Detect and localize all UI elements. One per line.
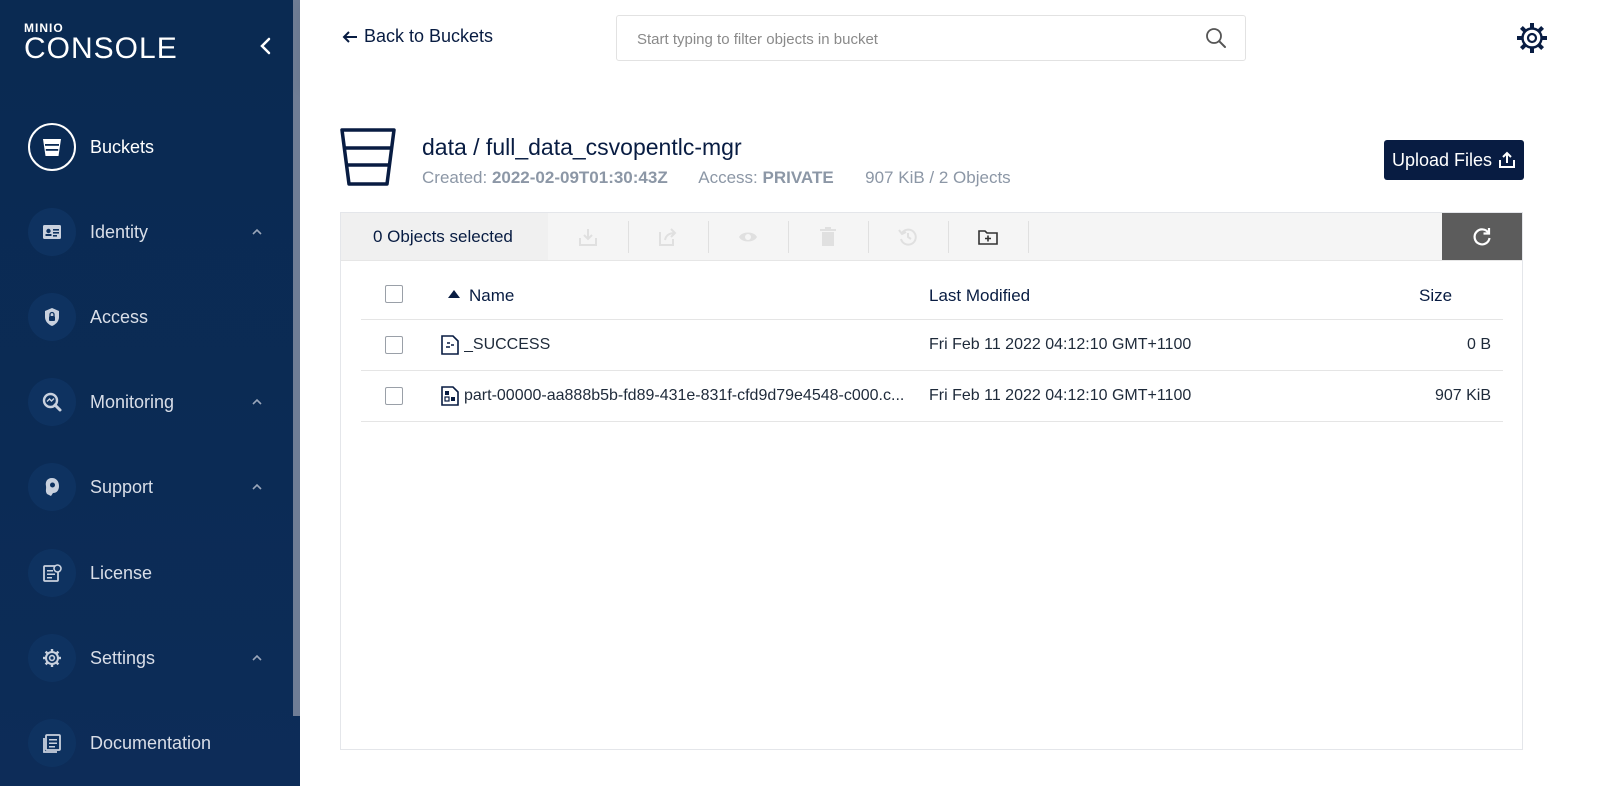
- download-button[interactable]: [548, 221, 629, 253]
- created-value: 2022-02-09T01:30:43Z: [491, 168, 668, 187]
- logo-big-text: CONSOLE: [24, 32, 178, 65]
- sidebar-item-label: Access: [90, 306, 149, 327]
- sidebar-item-monitoring[interactable]: Monitoring: [28, 376, 278, 428]
- sidebar-item-support[interactable]: Support: [28, 461, 278, 513]
- usage-summary: 907 KiB / 2 Objects: [865, 168, 1011, 187]
- top-header: Back to Buckets: [300, 0, 1600, 88]
- sidebar-item-label: Monitoring: [90, 391, 175, 412]
- file-icon: [441, 335, 459, 355]
- main-content: data / full_data_csvopentlc-mgr Created:…: [300, 88, 1600, 786]
- download-icon: [579, 229, 597, 246]
- sidebar-item-label: Buckets: [90, 136, 155, 157]
- object-browser-panel: 0 Objects selected Name Last Modified Si…: [340, 212, 1523, 750]
- bucket-path-title: data / full_data_csvopentlc-mgr: [422, 134, 742, 160]
- delete-button[interactable]: [788, 221, 869, 253]
- chevron-left-icon: [260, 37, 271, 55]
- object-name: _SUCCESS: [464, 336, 551, 353]
- object-last-modified: Fri Feb 11 2022 04:12:10 GMT+1100: [929, 336, 1192, 353]
- upload-files-button[interactable]: Upload Files: [1384, 140, 1524, 180]
- sidebar-item-settings[interactable]: Settings: [28, 632, 278, 684]
- column-header-name[interactable]: Name: [469, 286, 514, 306]
- object-name: part-00000-aa888b5b-fd89-431e-831f-cfd9d…: [464, 387, 905, 404]
- sidebar-item-label: Identity: [90, 221, 149, 242]
- bucket-icon: [28, 123, 76, 171]
- object-size: 0 B: [1466, 336, 1491, 353]
- row-checkbox[interactable]: [385, 387, 403, 405]
- chevron-up-icon: [252, 483, 262, 490]
- search-icon[interactable]: [1205, 27, 1227, 49]
- arrow-left-icon: [342, 30, 357, 43]
- file-icon: [441, 386, 459, 406]
- document-icon: [28, 719, 76, 767]
- trash-icon: [820, 227, 836, 246]
- lock-shield-icon: [28, 293, 76, 341]
- column-header-last-modified[interactable]: Last Modified: [929, 286, 1030, 306]
- sidebar-item-access[interactable]: Access: [28, 291, 278, 343]
- chevron-up-icon: [252, 654, 262, 661]
- sort-ascending-icon[interactable]: [447, 289, 461, 299]
- sidebar-item-label: Support: [90, 476, 154, 497]
- row-checkbox[interactable]: [385, 336, 403, 354]
- minio-console-logo[interactable]: MINIO CONSOLE: [24, 22, 178, 64]
- gear-icon: [1517, 23, 1547, 53]
- sidebar-item-documentation[interactable]: Documentation: [28, 717, 278, 769]
- share-icon: [659, 228, 677, 246]
- object-size: 907 KiB: [1434, 387, 1491, 404]
- chevron-up-icon: [252, 398, 262, 405]
- create-folder-button[interactable]: [948, 221, 1029, 253]
- selected-count: 0 Objects selected: [341, 213, 548, 260]
- access-value: PRIVATE: [762, 168, 834, 187]
- search-input[interactable]: [635, 16, 1199, 62]
- preview-button[interactable]: [708, 221, 789, 253]
- table-row[interactable]: part-00000-aa888b5b-fd89-431e-831f-cfd9d…: [361, 371, 1503, 422]
- gear-icon: [28, 634, 76, 682]
- bucket-icon: [340, 128, 396, 186]
- refresh-button[interactable]: [1442, 213, 1522, 260]
- sidebar-resize-edge: [293, 0, 300, 716]
- share-button[interactable]: [628, 221, 709, 253]
- created-label: Created:: [422, 168, 488, 187]
- back-link-label: Back to Buckets: [364, 26, 494, 46]
- sidebar-item-label: Settings: [90, 647, 156, 668]
- object-last-modified: Fri Feb 11 2022 04:12:10 GMT+1100: [929, 387, 1192, 404]
- sidebar-item-license[interactable]: License: [28, 547, 278, 599]
- object-toolbar: 0 Objects selected: [341, 213, 1522, 261]
- sidebar-item-buckets[interactable]: Buckets: [28, 121, 278, 173]
- table-header-row: Name Last Modified Size: [361, 261, 1503, 320]
- license-certificate-icon: [28, 549, 76, 597]
- settings-gear-button[interactable]: [1514, 20, 1550, 61]
- column-header-size[interactable]: Size: [1419, 286, 1452, 306]
- support-headset-icon: [28, 463, 76, 511]
- bucket-meta: Created: 2022-02-09T01:30:43Z Access: PR…: [422, 168, 1011, 188]
- sidebar-item-label: License: [90, 562, 153, 583]
- upload-icon: [1499, 151, 1516, 168]
- refresh-icon: [1473, 227, 1491, 245]
- identity-card-icon: [28, 208, 76, 256]
- upload-button-label: Upload Files: [1391, 149, 1493, 170]
- object-filter-search: [616, 15, 1246, 62]
- back-to-buckets-link[interactable]: Back to Buckets: [342, 26, 493, 47]
- sidebar: MINIO CONSOLE Buckets Identity Access Mo…: [0, 0, 300, 786]
- sidebar-item-label: Documentation: [90, 732, 212, 753]
- objects-table: Name Last Modified Size _SUCCESS Fri Feb…: [361, 261, 1503, 422]
- select-all-checkbox[interactable]: [385, 285, 403, 303]
- sidebar-item-identity[interactable]: Identity: [28, 206, 278, 258]
- access-label: Access:: [698, 168, 758, 187]
- table-row[interactable]: _SUCCESS Fri Feb 11 2022 04:12:10 GMT+11…: [361, 320, 1503, 371]
- history-icon: [898, 228, 917, 246]
- eye-icon: [739, 232, 757, 242]
- chevron-up-icon: [252, 228, 262, 235]
- monitoring-magnifier-icon: [28, 378, 76, 426]
- collapse-sidebar-button[interactable]: [254, 34, 278, 58]
- folder-plus-icon: [978, 230, 998, 245]
- rewind-button[interactable]: [868, 221, 949, 253]
